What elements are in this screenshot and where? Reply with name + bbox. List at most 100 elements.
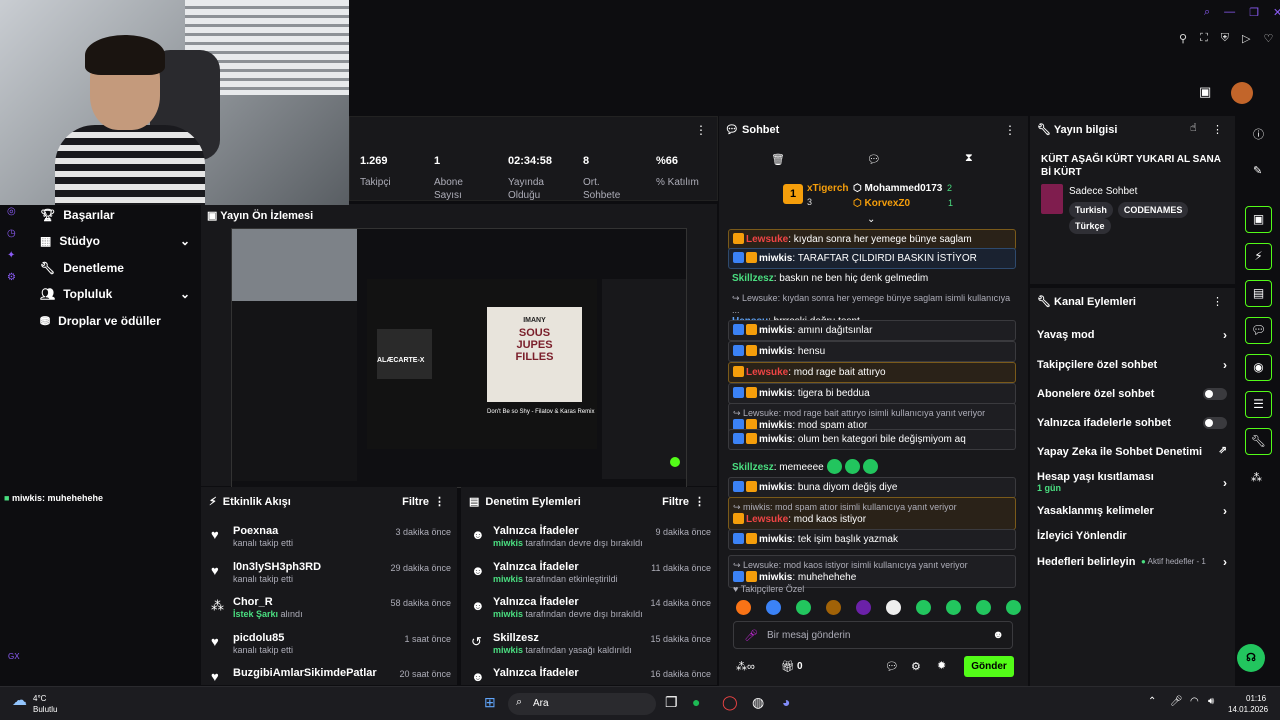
preview-toggle-icon[interactable]: ▣ <box>1245 206 1272 233</box>
mic-icon[interactable]: 🎤︎ <box>1170 696 1183 707</box>
chat-username[interactable]: miwkis <box>759 482 792 493</box>
heart-icon[interactable]: ♡ <box>1263 32 1273 45</box>
document-icon[interactable]: ▤ <box>1245 280 1272 307</box>
emote-icon[interactable] <box>796 600 811 615</box>
avatar[interactable] <box>1231 82 1253 104</box>
send-button[interactable]: Gönder <box>964 656 1014 677</box>
chat-username[interactable]: miwkis <box>759 534 792 545</box>
points-icon[interactable]: ⁂ <box>1251 471 1262 484</box>
emote-icon[interactable] <box>916 600 931 615</box>
nav-community[interactable]: 👥︎ Topluluk ⌄ <box>40 287 190 301</box>
emote-icon[interactable] <box>1006 600 1021 615</box>
trash-icon[interactable]: 🗑︎ <box>771 153 785 166</box>
chat-username[interactable]: Lewsuke <box>746 514 788 525</box>
more-icon[interactable]: ⋮ <box>694 495 705 508</box>
more-icon[interactable]: ⋮ <box>1212 123 1223 136</box>
wrench-icon[interactable]: 🔧︎ <box>1245 428 1272 455</box>
chat-username[interactable]: Lewsuke <box>746 367 788 378</box>
chat-username[interactable]: Lewsuke <box>746 234 788 245</box>
chat-username[interactable]: miwkis <box>759 434 792 445</box>
emote-icon[interactable] <box>736 600 751 615</box>
spotify-icon[interactable]: ● <box>692 694 700 710</box>
volume-icon[interactable]: 🔊︎ <box>1208 696 1214 707</box>
chat-bubble-icon[interactable]: 💬︎ <box>867 153 881 166</box>
windows-start-icon[interactable]: ⊞ <box>484 694 496 711</box>
chat-username[interactable]: miwkis <box>759 572 792 583</box>
opera-icon[interactable]: ◯ <box>722 694 738 711</box>
nav-drops[interactable]: ⛃ Droplar ve ödüller <box>40 314 190 328</box>
app-icon[interactable]: ◍ <box>752 694 764 711</box>
account-age-row[interactable]: Hesap yaşı kısıtlaması › 1 gün <box>1037 471 1227 493</box>
chat-username[interactable]: miwkis <box>759 388 792 399</box>
close-icon[interactable]: ✕ <box>1273 6 1280 19</box>
top-gifter-name[interactable]: xTigerch <box>807 183 849 194</box>
emote-only-toggle[interactable] <box>1203 417 1227 429</box>
expand-icon[interactable]: ⌄ <box>867 214 875 225</box>
gifter-2[interactable]: ⬡ Mohammed0173 <box>853 183 942 194</box>
chat-settings-bubble-icon[interactable]: 💬︎ <box>885 660 899 673</box>
stream-preview[interactable]: ALÆCARTE-X IMANY SOUS JUPES FILLES Don't… <box>231 228 687 488</box>
more-icon[interactable]: ⋮ <box>1004 123 1016 137</box>
emoji-icon[interactable]: ☻ <box>992 629 1004 641</box>
chat-bubble-icon[interactable]: 💬︎ <box>1245 317 1272 344</box>
gift-icon[interactable]: 🎁︎ <box>781 660 795 673</box>
chat-input[interactable]: 🎤︎ Bir mesaj gönderin ☻ <box>733 621 1013 649</box>
broadcast-icon[interactable]: ◉ <box>1245 354 1272 381</box>
support-icon[interactable]: ☊ <box>1237 644 1265 672</box>
emote-icon[interactable] <box>886 600 901 615</box>
screenshot-icon[interactable]: ⛶ <box>1200 32 1208 45</box>
list-icon[interactable]: ☰ <box>1245 391 1272 418</box>
puzzle-icon[interactable]: ✦ <box>7 250 15 261</box>
emote-icon[interactable] <box>946 600 961 615</box>
gifter-3[interactable]: ⬡ KorvexZ0 <box>853 198 910 209</box>
subscribers-only-toggle[interactable] <box>1203 388 1227 400</box>
banned-words-row[interactable]: Yasaklanmış kelimeler › <box>1037 504 1227 518</box>
clock-icon[interactable]: ◷ <box>7 228 16 239</box>
followers-only-row[interactable]: Takipçilere özel sohbet › <box>1037 358 1227 372</box>
badge-icon[interactable]: ✹ <box>937 659 946 672</box>
pin-icon[interactable]: ⚲ <box>1179 32 1187 45</box>
nav-studio[interactable]: ▦ Stüdyo ⌄ <box>40 234 190 248</box>
chat-username[interactable]: Skillzesz <box>732 273 774 284</box>
more-icon[interactable]: ⋮ <box>1212 295 1223 308</box>
wifi-icon[interactable]: ◠ <box>1190 696 1199 707</box>
nav-moderation[interactable]: 🔧︎ Denetleme <box>40 261 190 275</box>
nav-dot-icon[interactable]: ◎ <box>7 206 16 217</box>
info-icon[interactable]: ⓘ <box>1253 126 1264 142</box>
emote-icon[interactable] <box>826 600 841 615</box>
play-icon[interactable]: ▷ <box>1242 32 1250 45</box>
emote-icon[interactable] <box>856 600 871 615</box>
emote-icon[interactable] <box>976 600 991 615</box>
search-icon[interactable]: ⌕ <box>1204 6 1210 19</box>
edit-icon[interactable]: ✎ <box>1253 164 1262 177</box>
minimize-icon[interactable]: — <box>1224 6 1235 19</box>
more-icon[interactable]: ⋮ <box>434 495 445 508</box>
emote-icon[interactable] <box>766 600 781 615</box>
task-view-icon[interactable]: ❐ <box>665 694 678 711</box>
chat-username[interactable]: miwkis <box>759 253 792 264</box>
reply-context[interactable]: ↪ Lewsuke: mod rage bait attıryo isimli … <box>733 407 1011 419</box>
slow-mode-row[interactable]: Yavaş mod › <box>1037 328 1227 342</box>
points-icon[interactable]: ⁂∞ <box>736 660 755 673</box>
reply-context[interactable]: ↪ Lewsuke: mod kaos istiyor isimli kulla… <box>733 559 1011 571</box>
nav-achievements[interactable]: 🏆︎ Başarılar <box>40 208 190 222</box>
maximize-icon[interactable]: ❐ <box>1249 6 1259 19</box>
goals-row[interactable]: Hedefleri belirleyin ● Aktif hedefler - 1… <box>1037 555 1227 569</box>
ai-moderation-row[interactable]: Yapay Zeka ile Sohbet Denetimi ⇗ <box>1037 445 1227 458</box>
settings-icon[interactable]: ⚙ <box>7 272 16 283</box>
taskbar-search[interactable]: ⌕ Ara <box>508 693 656 715</box>
more-icon[interactable]: ⋮ <box>695 123 707 137</box>
tray-chevron-icon[interactable]: ⌃ <box>1148 696 1156 707</box>
lightning-icon[interactable]: ⚡︎ <box>1245 243 1272 270</box>
reply-context[interactable]: ↪ miwkis: mod spam atıor isimli kullanıc… <box>733 501 1011 513</box>
chat-username[interactable]: miwkis <box>759 346 792 357</box>
chat-username[interactable]: miwkis <box>759 325 792 336</box>
theater-icon[interactable]: ▣ <box>1199 84 1211 100</box>
reply-context[interactable]: ↪ Lewsuke: kıydan sonra her yemege bünye… <box>732 292 1012 316</box>
raid-row[interactable]: İzleyici Yönlendir <box>1037 530 1227 542</box>
hourglass-icon[interactable]: ⧗ <box>965 152 973 165</box>
chat-username[interactable]: Skillzesz <box>732 462 774 473</box>
discord-icon[interactable]: ◕ <box>782 694 790 710</box>
shield-icon[interactable]: ⛨ <box>1221 32 1229 45</box>
settings-icon[interactable]: ⚙ <box>911 660 921 673</box>
